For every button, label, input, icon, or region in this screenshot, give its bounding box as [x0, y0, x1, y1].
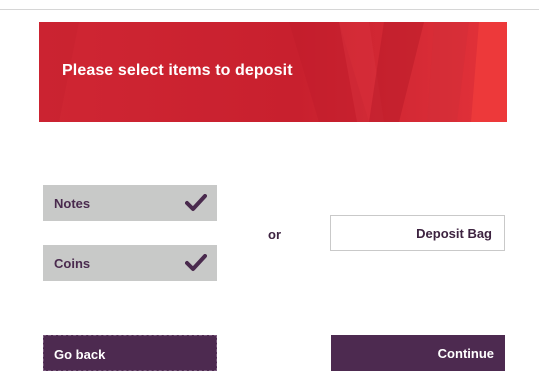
notes-option[interactable]: Notes — [43, 185, 217, 221]
notes-label: Notes — [54, 196, 91, 211]
coins-label: Coins — [54, 256, 91, 271]
top-divider — [0, 9, 539, 10]
go-back-button[interactable]: Go back — [43, 335, 217, 371]
or-separator: or — [268, 227, 281, 242]
deposit-bag-label: Deposit Bag — [416, 226, 492, 241]
continue-button[interactable]: Continue — [331, 335, 505, 371]
go-back-label: Go back — [54, 347, 106, 362]
deposit-bag-button[interactable]: Deposit Bag — [330, 215, 505, 251]
continue-label: Continue — [437, 346, 494, 361]
header-banner: Please select items to deposit — [39, 22, 507, 122]
deposit-screen: Please select items to deposit Notes Coi… — [0, 0, 539, 382]
coins-option[interactable]: Coins — [43, 245, 217, 281]
page-title: Please select items to deposit — [62, 62, 293, 79]
check-icon — [185, 194, 207, 211]
check-icon — [185, 254, 207, 271]
